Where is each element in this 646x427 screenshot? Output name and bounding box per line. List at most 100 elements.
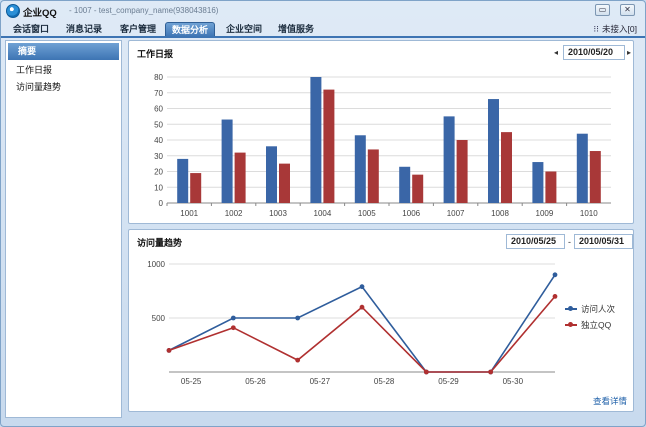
sidebar-item-daily-report[interactable]: 工作日报 <box>6 62 121 79</box>
bar-series-2-1003 <box>279 163 290 203</box>
bar-x-tick-label: 1007 <box>447 209 465 218</box>
bar-y-tick-label: 50 <box>154 120 163 129</box>
bar-x-tick-label: 1002 <box>225 209 243 218</box>
line-series-1 <box>168 274 556 373</box>
chart-legend: 访问人次 独立QQ <box>565 301 615 333</box>
legend-item-visits: 访问人次 <box>565 301 615 317</box>
sidebar: 摘要 工作日报 访问量趋势 <box>5 40 122 418</box>
qq-logo-icon <box>6 4 20 18</box>
visit-trend-title: 访问量趋势 <box>137 238 183 248</box>
bar-x-tick-label: 1003 <box>269 209 287 218</box>
bar-series-1-1001 <box>177 158 189 203</box>
tab-chat-window[interactable]: 会话窗口 <box>7 22 55 37</box>
daily-report-title: 工作日报 <box>137 49 174 59</box>
view-details-link[interactable]: 查看详情 <box>593 395 627 407</box>
bar-series-1-1005 <box>354 135 366 203</box>
bar-series-2-1010 <box>589 151 601 203</box>
bar-series-1-1002 <box>221 119 233 203</box>
status-area[interactable]: ⁝⁝ 未接入[0] <box>593 23 637 35</box>
menu-dots-icon: ⁝⁝ <box>593 23 600 34</box>
legend-label-visits: 访问人次 <box>581 304 616 314</box>
line-point-series-1-05-31 <box>552 272 558 278</box>
bar-series-1-1010 <box>576 133 588 203</box>
bar-y-tick-label: 20 <box>154 168 163 177</box>
trend-end-date-field[interactable]: 2010/05/31 <box>574 234 633 249</box>
bar-y-tick-label: 40 <box>154 136 163 145</box>
bar-y-tick-label: 10 <box>154 183 163 192</box>
main-menu: 会话窗口 消息记录 客户管理 数据分析 企业空间 增值服务 ⁝⁝ 未接入[0] <box>1 21 645 37</box>
line-x-tick-label: 05-27 <box>310 377 331 386</box>
close-button[interactable]: ✕ <box>620 4 635 16</box>
line-point-series-1-05-27 <box>295 315 301 321</box>
line-point-series-2-05-27 <box>295 357 301 363</box>
bar-series-2-1002 <box>234 152 246 203</box>
bar-series-2-1005 <box>367 149 379 203</box>
legend-swatch-visits <box>565 306 577 311</box>
bar-y-tick-label: 60 <box>154 105 163 114</box>
bar-x-tick-label: 1005 <box>358 209 376 218</box>
bar-series-1-1003 <box>266 146 277 203</box>
app-window: 企业QQ - 1007 - test_company_name(93804381… <box>0 0 646 427</box>
sidebar-item-visit-trend[interactable]: 访问量趋势 <box>6 79 121 96</box>
bar-y-tick-label: 0 <box>159 199 164 208</box>
legend-item-unique-qq: 独立QQ <box>565 317 615 333</box>
line-x-tick-label: 05-29 <box>438 377 459 386</box>
bar-x-tick-label: 1009 <box>536 209 554 218</box>
line-point-series-2-05-29 <box>423 369 429 375</box>
daily-report-panel: 工作日报 ◂ 2010/05/20 ▸ 0 10 20 30 40 50 60 70 80 100… <box>128 40 634 224</box>
date-range-separator: - <box>568 237 571 247</box>
next-date-icon[interactable]: ▸ <box>627 48 631 57</box>
minimize-icon: ▭ <box>598 5 607 14</box>
tab-enterprise-space[interactable]: 企业空间 <box>219 22 269 37</box>
line-point-series-2-05-26 <box>230 325 236 331</box>
sidebar-item-summary[interactable]: 摘要 <box>8 43 119 60</box>
bar-y-tick-label: 30 <box>154 152 163 161</box>
bar-series-1-1007 <box>443 116 455 203</box>
tab-message-history[interactable]: 消息记录 <box>59 22 109 37</box>
bar-y-tick-label: 70 <box>154 89 163 98</box>
daily-date-field[interactable]: 2010/05/20 <box>563 45 625 60</box>
bar-x-tick-label: 1004 <box>314 209 332 218</box>
tab-customer-management[interactable]: 客户管理 <box>113 22 163 37</box>
bar-series-2-1001 <box>190 173 202 203</box>
daily-report-bar-chart: 0 10 20 30 40 50 60 70 80 1001 1002 1003 1004 1005 100… <box>154 73 611 218</box>
status-text: 未接入[0] <box>602 24 637 34</box>
bar-x-tick-label: 1006 <box>402 209 420 218</box>
line-point-series-2-05-30 <box>488 369 494 375</box>
visit-trend-line-chart: 500 1000 05-25 05-26 05-27 05-28 05-29 05-30 <box>147 260 558 386</box>
bar-series-2-1007 <box>456 140 468 203</box>
tab-underline <box>1 36 645 38</box>
line-y-tick-label: 1000 <box>147 260 165 269</box>
trend-start-date-field[interactable]: 2010/05/25 <box>506 234 565 249</box>
prev-date-icon[interactable]: ◂ <box>554 48 558 57</box>
line-point-series-2-05-28 <box>359 304 365 310</box>
bar-y-tick-label: 80 <box>154 73 163 82</box>
legend-label-unique-qq: 独立QQ <box>581 320 612 330</box>
bar-x-tick-label: 1008 <box>491 209 509 218</box>
line-point-series-2-05-31 <box>552 294 558 299</box>
line-y-tick-label: 500 <box>152 314 166 323</box>
bar-series-2-1008 <box>501 132 512 203</box>
minimize-button[interactable]: ▭ <box>595 4 610 16</box>
line-x-tick-label: 05-26 <box>245 377 266 386</box>
bar-x-tick-label: 1010 <box>580 209 598 218</box>
bar-series-1-1006 <box>399 166 411 203</box>
line-point-series-1-05-28 <box>359 284 365 290</box>
app-name: 企业QQ <box>23 8 57 19</box>
line-x-tick-label: 05-28 <box>374 377 395 386</box>
line-x-tick-label: 05-30 <box>503 377 524 386</box>
bar-series-1-1008 <box>488 99 499 203</box>
bar-series-2-1009 <box>545 171 557 203</box>
line-x-tick-label: 05-25 <box>181 377 202 386</box>
line-point-series-2-05-25 <box>166 348 172 353</box>
title-bar[interactable]: 企业QQ - 1007 - test_company_name(93804381… <box>1 1 645 21</box>
company-info: - 1007 - test_company_name(938043816) <box>69 6 219 15</box>
close-icon: ✕ <box>624 5 631 14</box>
bar-series-1-1004 <box>310 77 322 203</box>
bar-x-tick-label: 1001 <box>180 209 198 218</box>
tab-data-analysis[interactable]: 数据分析 <box>165 22 215 37</box>
bar-series-2-1004 <box>323 89 335 203</box>
tab-value-added-services[interactable]: 增值服务 <box>271 22 321 37</box>
legend-swatch-unique-qq <box>565 322 577 327</box>
bar-series-1-1009 <box>532 162 544 203</box>
